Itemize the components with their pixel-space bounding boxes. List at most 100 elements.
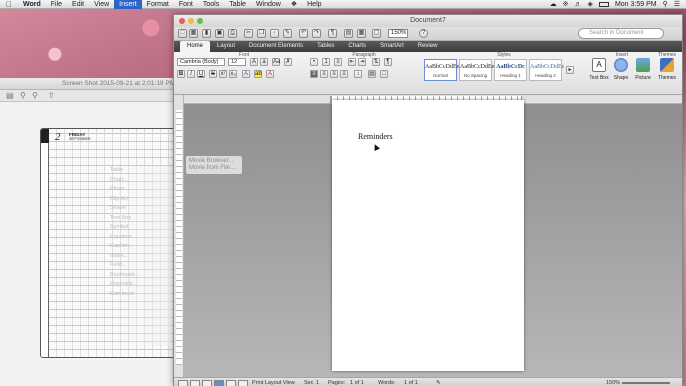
menu-help-icon[interactable]: ❖ xyxy=(286,0,302,9)
underline-icon[interactable]: U xyxy=(197,70,205,78)
subscript-icon[interactable]: x₂ xyxy=(229,70,237,78)
share-icon[interactable]: ⇧ xyxy=(48,91,55,100)
tab-document-elements[interactable]: Document Elements xyxy=(242,41,310,52)
tab-tables[interactable]: Tables xyxy=(310,41,341,52)
minimize-icon[interactable] xyxy=(188,18,194,24)
menu-font[interactable]: Font xyxy=(174,0,198,9)
clear-formatting-icon[interactable]: ✗ xyxy=(284,58,292,66)
insert-text-box-button[interactable]: A Text Box xyxy=(588,58,610,81)
spelling-icon[interactable]: ✎ xyxy=(436,380,441,386)
highlight-icon[interactable]: ab xyxy=(254,70,262,78)
zoom-slider[interactable] xyxy=(622,382,670,384)
line-spacing-icon[interactable]: ↕ xyxy=(354,70,362,78)
notebook-view-icon[interactable] xyxy=(226,380,236,386)
wifi-icon[interactable]: ◈ xyxy=(588,0,593,8)
movie-browser-item[interactable]: Movie Browser... xyxy=(189,158,239,165)
notifications-icon[interactable]: ☰ xyxy=(674,0,680,8)
zoom-window-icon[interactable] xyxy=(197,18,203,24)
cut-icon[interactable]: ✂ xyxy=(244,29,253,38)
shading-icon[interactable]: ▤ xyxy=(368,70,376,78)
font-name-field[interactable]: Cambria (Body) xyxy=(177,58,225,66)
zoom-field[interactable]: 150% xyxy=(388,29,408,38)
sort-icon[interactable]: ⇅ xyxy=(372,58,380,66)
paste-icon[interactable]: ▫ xyxy=(270,29,279,38)
document-text[interactable]: Reminders xyxy=(358,132,393,141)
templates-icon[interactable]: ▦ xyxy=(189,29,198,38)
style-heading-1[interactable]: AaBbCcDc Heading 1 xyxy=(494,59,527,81)
bold-icon[interactable]: B xyxy=(177,70,185,78)
menu-tools[interactable]: Tools xyxy=(198,0,224,9)
tab-charts[interactable]: Charts xyxy=(341,41,373,52)
menu-table[interactable]: Table xyxy=(224,0,251,9)
print-icon[interactable]: ⎙ xyxy=(228,29,237,38)
menu-edit[interactable]: Edit xyxy=(67,0,89,9)
justify-icon[interactable]: ≡ xyxy=(340,70,348,78)
tab-review[interactable]: Review xyxy=(411,41,445,52)
styles-scroll-icon[interactable]: ▸ xyxy=(566,66,574,74)
document-page[interactable]: Reminders xyxy=(332,100,524,371)
search-input[interactable]: Search in Document xyxy=(578,28,664,39)
toolbox-icon[interactable]: ▢ xyxy=(372,29,381,38)
insert-picture-button[interactable]: Picture xyxy=(632,58,654,81)
style-heading-2[interactable]: AaBbCcDdEe Heading 2 xyxy=(529,59,564,81)
help-icon[interactable]: ? xyxy=(419,29,428,38)
publishing-view-icon[interactable] xyxy=(202,380,212,386)
increase-indent-icon[interactable]: ⇥ xyxy=(358,58,366,66)
menu-window[interactable]: Window xyxy=(251,0,286,9)
change-case-icon[interactable]: Aa xyxy=(272,58,280,66)
bullets-icon[interactable]: • xyxy=(310,58,318,66)
decrease-indent-icon[interactable]: ⇤ xyxy=(348,58,356,66)
bluetooth-icon[interactable]: ※ xyxy=(563,0,569,8)
apple-menu-icon[interactable]:  xyxy=(0,0,18,9)
style-no-spacing[interactable]: AaBbCcDdEe No Spacing xyxy=(459,59,494,81)
font-size-field[interactable]: 12 xyxy=(228,58,246,66)
text-effects-icon[interactable]: A xyxy=(242,70,250,78)
format-painter-icon[interactable]: ✎ xyxy=(283,29,292,38)
menu-format[interactable]: Format xyxy=(142,0,174,9)
spotlight-icon[interactable]: ⚲ xyxy=(663,0,668,8)
shrink-font-icon[interactable]: a xyxy=(260,58,268,66)
zoom-in-icon[interactable]: ⚲ xyxy=(32,91,38,100)
paragraph-marks-icon[interactable]: ¶ xyxy=(384,58,392,66)
align-center-icon[interactable]: ≡ xyxy=(320,70,328,78)
copy-icon[interactable]: ❐ xyxy=(257,29,266,38)
themes-button[interactable]: Themes xyxy=(656,58,678,81)
superscript-icon[interactable]: x² xyxy=(219,70,227,78)
italic-icon[interactable]: I xyxy=(187,70,195,78)
sidebar-icon[interactable]: ▤ xyxy=(344,29,353,38)
align-left-icon[interactable]: ≡ xyxy=(310,70,318,78)
font-color-icon[interactable]: A xyxy=(266,70,274,78)
numbering-icon[interactable]: 1 xyxy=(322,58,330,66)
align-right-icon[interactable]: ≡ xyxy=(330,70,338,78)
new-doc-icon[interactable]: □ xyxy=(178,29,187,38)
grow-font-icon[interactable]: A xyxy=(250,58,258,66)
zoom-out-icon[interactable]: ⚲ xyxy=(20,91,26,100)
menu-view[interactable]: View xyxy=(89,0,114,9)
tab-layout[interactable]: Layout xyxy=(210,41,242,52)
movie-from-file-item[interactable]: Movie from File... xyxy=(189,165,239,172)
menu-help[interactable]: Help xyxy=(302,0,326,9)
style-normal[interactable]: AaBbCcDdEe Normal xyxy=(424,59,459,81)
battery-icon[interactable] xyxy=(598,1,609,7)
multilevel-list-icon[interactable]: ≡ xyxy=(334,58,342,66)
menu-file[interactable]: File xyxy=(46,0,67,9)
open-icon[interactable]: ▮ xyxy=(202,29,211,38)
outline-view-icon[interactable] xyxy=(190,380,200,386)
menu-insert[interactable]: Insert xyxy=(114,0,142,9)
draft-view-icon[interactable] xyxy=(178,380,188,386)
print-layout-view-icon[interactable] xyxy=(214,380,224,386)
cloud-icon[interactable]: ☁ xyxy=(550,0,557,8)
sidebar-icon[interactable]: ▤ xyxy=(6,91,14,100)
show-formatting-icon[interactable]: ¶ xyxy=(328,29,337,38)
gallery-icon[interactable]: ▦ xyxy=(357,29,366,38)
vertical-ruler[interactable] xyxy=(174,95,184,377)
volume-icon[interactable]: ♬ xyxy=(575,1,582,8)
menu-word[interactable]: Word xyxy=(18,0,46,9)
screenshot-preview-window[interactable]: Screen Shot 2015-09-21 at 2:01:19 PM ▤ ⚲… xyxy=(0,78,180,386)
tab-home[interactable]: Home xyxy=(180,41,211,52)
borders-icon[interactable]: □ xyxy=(380,70,388,78)
close-icon[interactable] xyxy=(179,18,185,24)
save-icon[interactable]: ▣ xyxy=(215,29,224,38)
menu-clock[interactable]: Mon 3:59 PM xyxy=(615,1,657,8)
tab-smartart[interactable]: SmartArt xyxy=(373,41,411,52)
